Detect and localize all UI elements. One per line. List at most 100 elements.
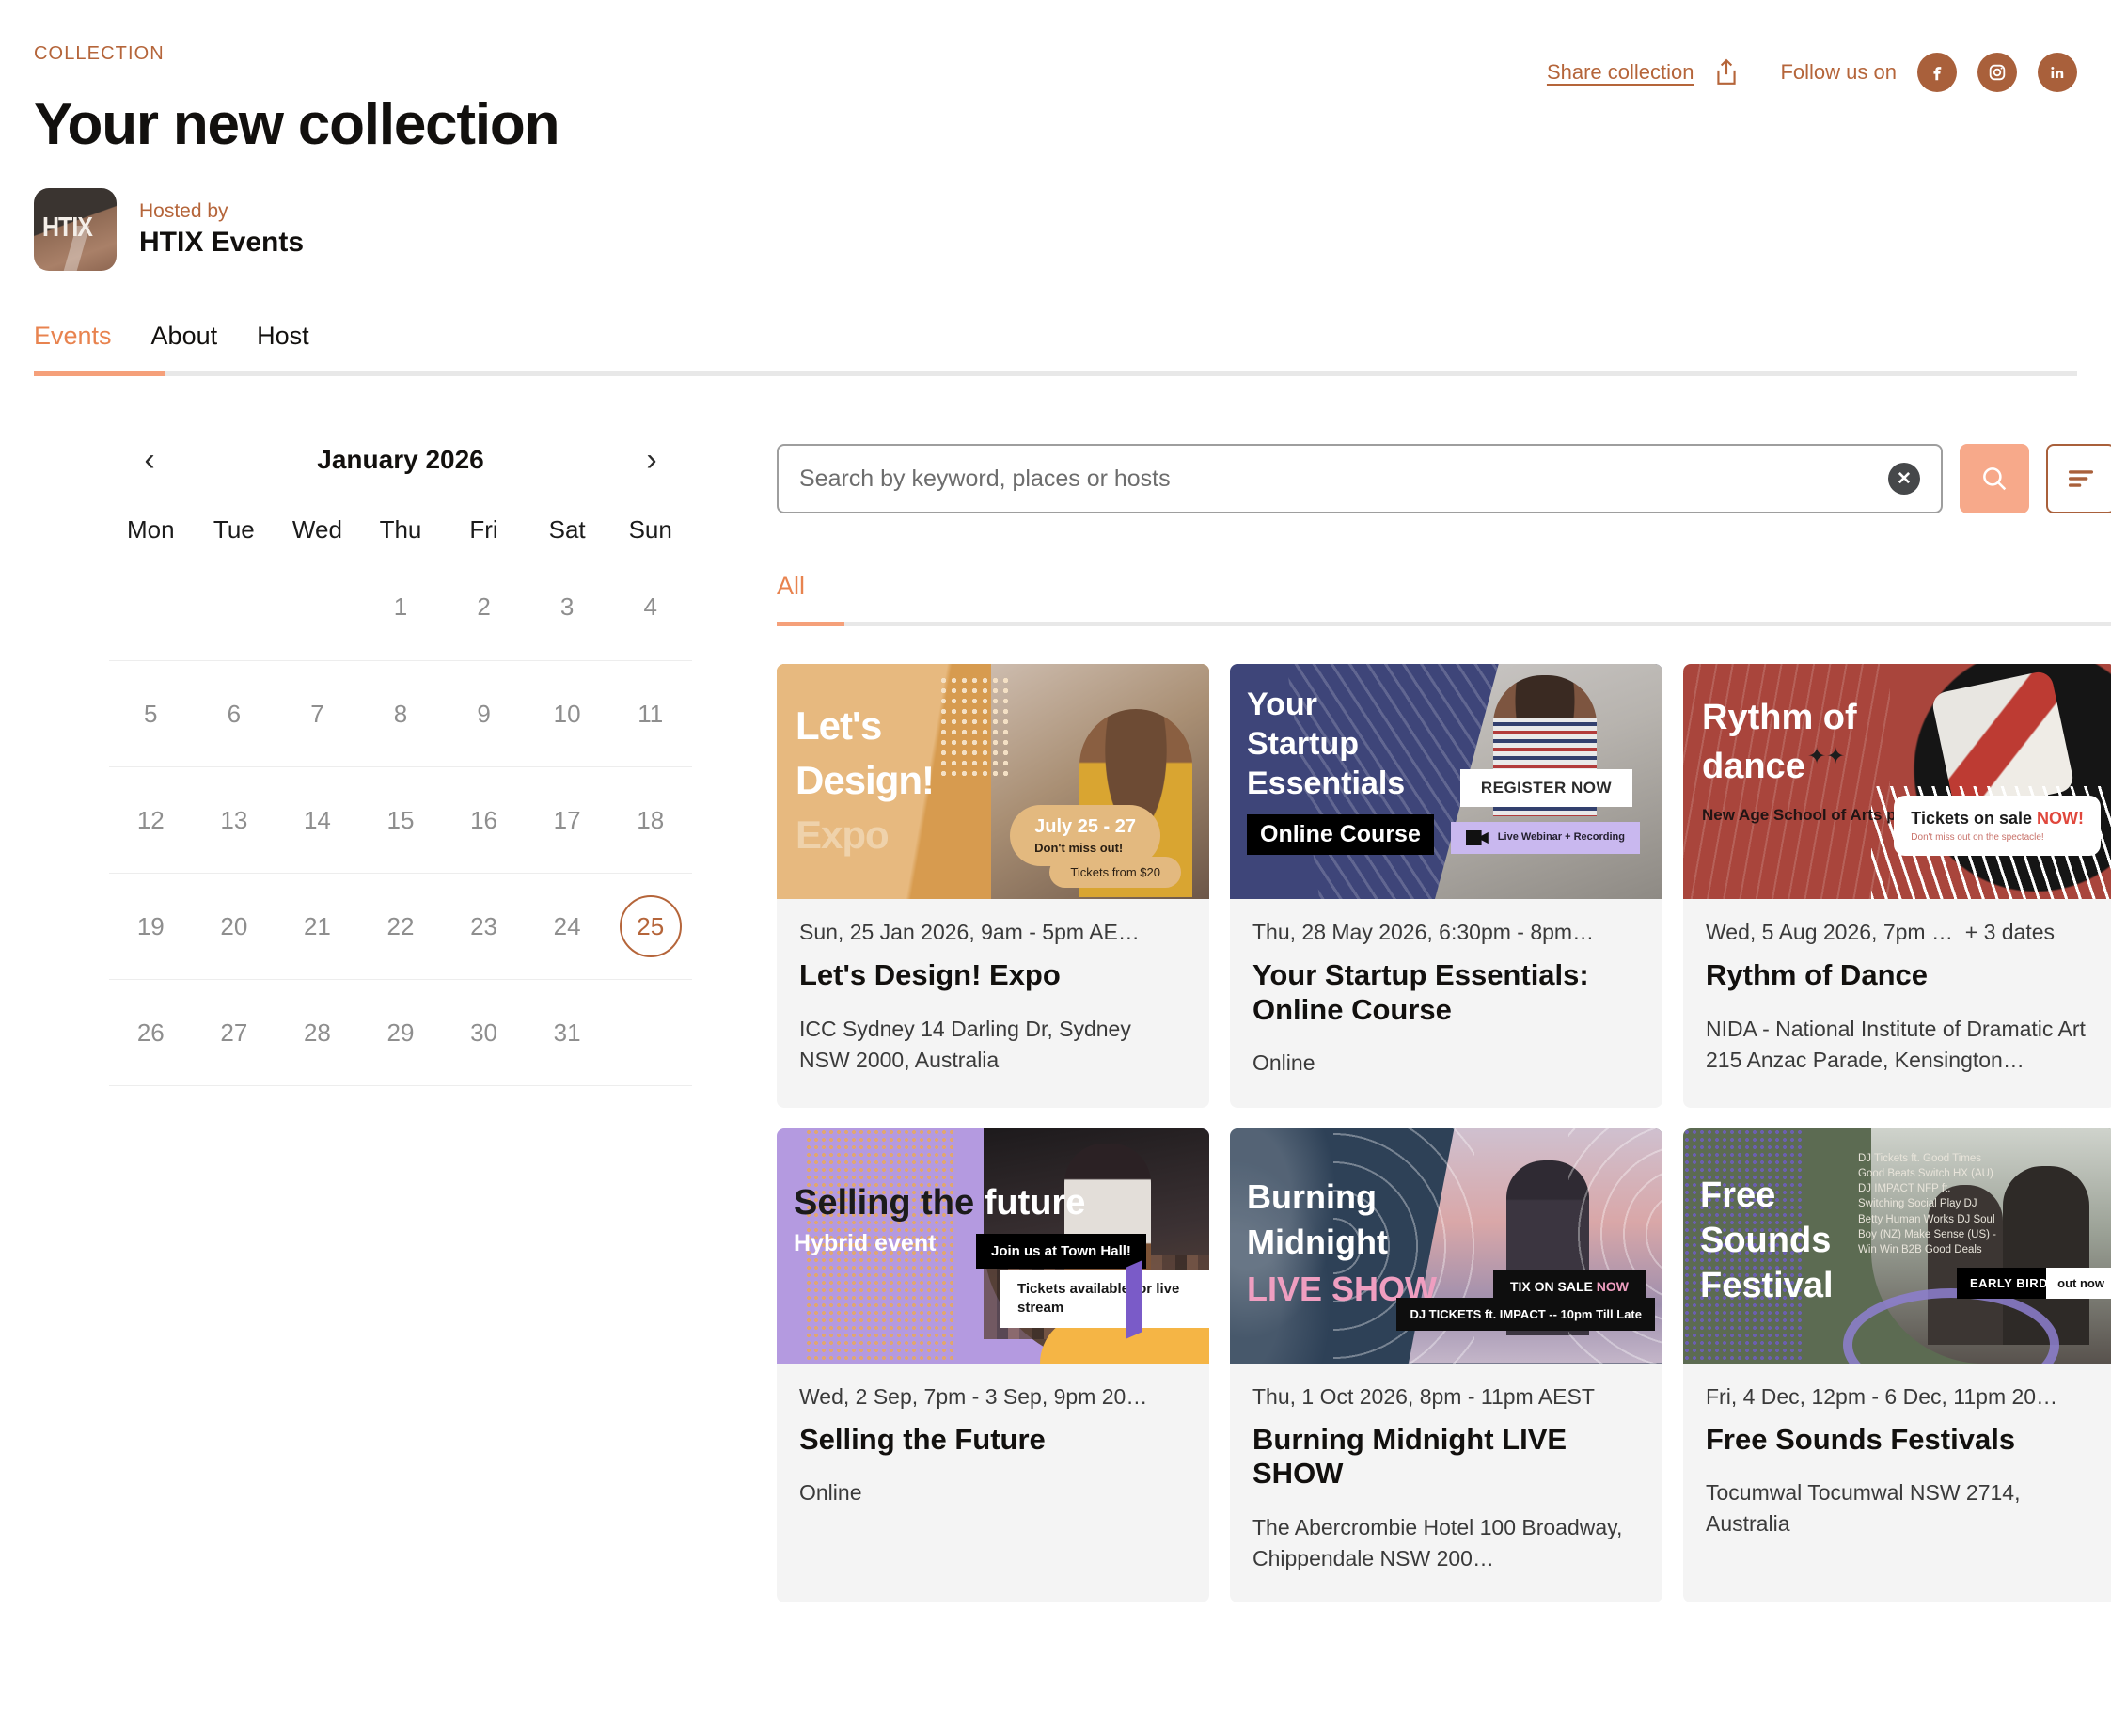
calendar-weekday: Fri xyxy=(469,515,498,544)
event-venue: Tocumwal Tocumwal NSW 2714, Australia xyxy=(1706,1480,2021,1537)
tab-events[interactable]: Events xyxy=(34,322,112,371)
category-tab-all[interactable]: All xyxy=(777,572,805,601)
calendar-day[interactable]: 7 xyxy=(276,660,359,766)
artwork-ticket-label: Tickets on sale xyxy=(1911,809,2038,828)
event-artwork: Burning Midnight LIVE SHOW TIX ON SALE N… xyxy=(1230,1128,1662,1364)
calendar-day[interactable]: 20 xyxy=(192,873,276,979)
event-card[interactable]: Selling the future Hybrid event Join us … xyxy=(777,1128,1209,1603)
event-card[interactable]: Burning Midnight LIVE SHOW TIX ON SALE N… xyxy=(1230,1128,1662,1603)
calendar-day[interactable]: 21 xyxy=(276,873,359,979)
artwork-ticket-sub: Don't miss out on the spectacle! xyxy=(1911,832,2044,843)
event-venue: Online xyxy=(1252,1050,1315,1076)
calendar-day[interactable]: 10 xyxy=(525,660,609,766)
calendar-day[interactable]: 12 xyxy=(109,766,193,873)
artwork-line-3: Essentials xyxy=(1247,765,1406,801)
category-tab-list: All xyxy=(777,572,2111,622)
calendar-day[interactable]: 22 xyxy=(358,873,443,979)
calendar-day[interactable] xyxy=(193,554,276,660)
artwork-dj-badge: DJ TICKETS ft. IMPACT -- 10pm Till Late xyxy=(1396,1297,1655,1331)
calendar-day[interactable]: 1 xyxy=(359,554,443,660)
calendar-day[interactable]: 28 xyxy=(276,979,359,1085)
event-artwork: Rythm of dance ✦✦ New Age School of Arts… xyxy=(1683,664,2111,899)
event-venue: The Abercrombie Hotel 100 Broadway, Chip… xyxy=(1252,1514,1623,1570)
event-artwork: Selling the future Hybrid event Join us … xyxy=(777,1128,1209,1364)
calendar-day[interactable]: 16 xyxy=(442,766,526,873)
calendar-day[interactable]: 17 xyxy=(525,766,609,873)
calendar-week-row: 26 27 28 29 30 31 xyxy=(109,979,692,1085)
category-tab-underline-active xyxy=(777,622,844,626)
search-input[interactable] xyxy=(799,465,1888,493)
event-date-text: Wed, 5 Aug 2026, 7pm … xyxy=(1706,920,1953,944)
tab-underline-active xyxy=(34,371,165,376)
sparkle-icon: ✦✦ xyxy=(1807,744,1846,769)
page-body: ‹ January 2026 › Mon Tue Wed Thu Fri Sat… xyxy=(0,444,2111,1603)
event-card[interactable]: Let's Design! Expo July 25 - 27 Don't mi… xyxy=(777,664,1209,1108)
video-camera-icon xyxy=(1465,830,1489,845)
artwork-accent-stripe xyxy=(1126,1259,1142,1339)
calendar-day[interactable]: 27 xyxy=(192,979,276,1085)
calendar-day-selected[interactable]: 25 xyxy=(608,873,692,979)
event-venue: ICC Sydney 14 Darling Dr, Sydney NSW 200… xyxy=(799,1016,1131,1072)
calendar-weekday: Mon xyxy=(126,515,175,544)
calendar-day[interactable]: 18 xyxy=(608,766,692,873)
artwork-webinar-text: Live Webinar + Recording xyxy=(1497,831,1625,844)
calendar-day[interactable]: 9 xyxy=(442,660,526,766)
host-row: HTIX Hosted by HTIX Events xyxy=(34,188,2077,271)
event-title: Rythm of Dance xyxy=(1706,958,1928,991)
event-card[interactable]: Rythm of dance ✦✦ New Age School of Arts… xyxy=(1683,664,2111,1108)
collection-page: COLLECTION Your new collection HTIX Host… xyxy=(0,0,2111,1736)
calendar-day[interactable]: 23 xyxy=(442,873,526,979)
calendar-day[interactable]: 15 xyxy=(358,766,443,873)
event-card-body: Thu, 28 May 2026, 6:30pm - 8pm… Your Sta… xyxy=(1230,899,1662,1108)
calendar-day[interactable] xyxy=(608,979,692,1085)
artwork-line-1: Rythm of xyxy=(1702,698,1857,737)
event-card[interactable]: Your Startup Essentials Online Course RE… xyxy=(1230,664,1662,1108)
calendar-day[interactable]: 24 xyxy=(525,873,609,979)
artwork-line-2: Hybrid event xyxy=(794,1229,937,1256)
calendar-day[interactable]: 5 xyxy=(109,660,193,766)
event-title: Free Sounds Festivals xyxy=(1706,1422,2016,1456)
tab-about[interactable]: About xyxy=(151,322,218,371)
facebook-icon[interactable] xyxy=(1917,53,1957,92)
event-date: Wed, 5 Aug 2026, 7pm … + 3 dates xyxy=(1706,920,2093,945)
tab-host[interactable]: Host xyxy=(257,322,309,371)
share-collection-link[interactable]: Share collection xyxy=(1547,60,1694,85)
calendar-day[interactable]: 13 xyxy=(192,766,276,873)
calendar-day[interactable]: 11 xyxy=(608,660,692,766)
calendar-day[interactable]: 14 xyxy=(276,766,359,873)
calendar-day[interactable] xyxy=(109,554,193,660)
event-extra-dates: + 3 dates xyxy=(1964,920,2056,944)
calendar-day[interactable]: 26 xyxy=(109,979,193,1085)
artwork-line-3: Expo xyxy=(796,813,890,857)
calendar-day[interactable]: 2 xyxy=(442,554,526,660)
artwork-ticket-badge: Tickets on sale NOW! Don't miss out on t… xyxy=(1894,796,2101,856)
event-card-body: Wed, 2 Sep, 7pm - 3 Sep, 9pm 20… Selling… xyxy=(777,1364,1209,1538)
calendar-weekday: Sun xyxy=(628,515,672,544)
event-card-body: Thu, 1 Oct 2026, 8pm - 11pm AEST Burning… xyxy=(1230,1364,1662,1603)
event-card-body: Sun, 25 Jan 2026, 9am - 5pm AE… Let's De… xyxy=(777,899,1209,1104)
calendar-prev-icon[interactable]: ‹ xyxy=(133,444,166,476)
share-icon[interactable] xyxy=(1714,58,1739,87)
artwork-line-2: Design! xyxy=(796,758,935,802)
calendar-day[interactable]: 29 xyxy=(358,979,443,1085)
calendar-day[interactable]: 8 xyxy=(358,660,443,766)
artwork-badge-sub: Don't miss out! xyxy=(1034,841,1124,855)
search-box[interactable]: ✕ xyxy=(777,444,1943,513)
calendar-day[interactable] xyxy=(276,554,359,660)
calendar-day[interactable]: 3 xyxy=(526,554,609,660)
linkedin-icon[interactable] xyxy=(2038,53,2077,92)
artwork-cta-text: REGISTER NOW xyxy=(1480,779,1612,797)
calendar-day[interactable]: 4 xyxy=(608,554,692,660)
calendar-next-icon[interactable]: › xyxy=(635,444,669,476)
instagram-icon[interactable] xyxy=(1977,53,2017,92)
calendar-weeks: 1 2 3 4 5 6 7 8 9 10 11 12 13 14 15 16 1… xyxy=(109,554,692,1086)
clear-search-icon[interactable]: ✕ xyxy=(1888,463,1920,495)
category-tab-underline xyxy=(777,622,2111,626)
calendar-day[interactable]: 19 xyxy=(109,873,193,979)
search-button[interactable] xyxy=(1960,444,2029,513)
filter-sort-button[interactable] xyxy=(2046,444,2111,513)
event-card[interactable]: DJ Tickets ft. Good Times Good Beats Swi… xyxy=(1683,1128,2111,1603)
calendar-day[interactable]: 6 xyxy=(192,660,276,766)
calendar-day[interactable]: 30 xyxy=(442,979,526,1085)
calendar-day[interactable]: 31 xyxy=(525,979,609,1085)
